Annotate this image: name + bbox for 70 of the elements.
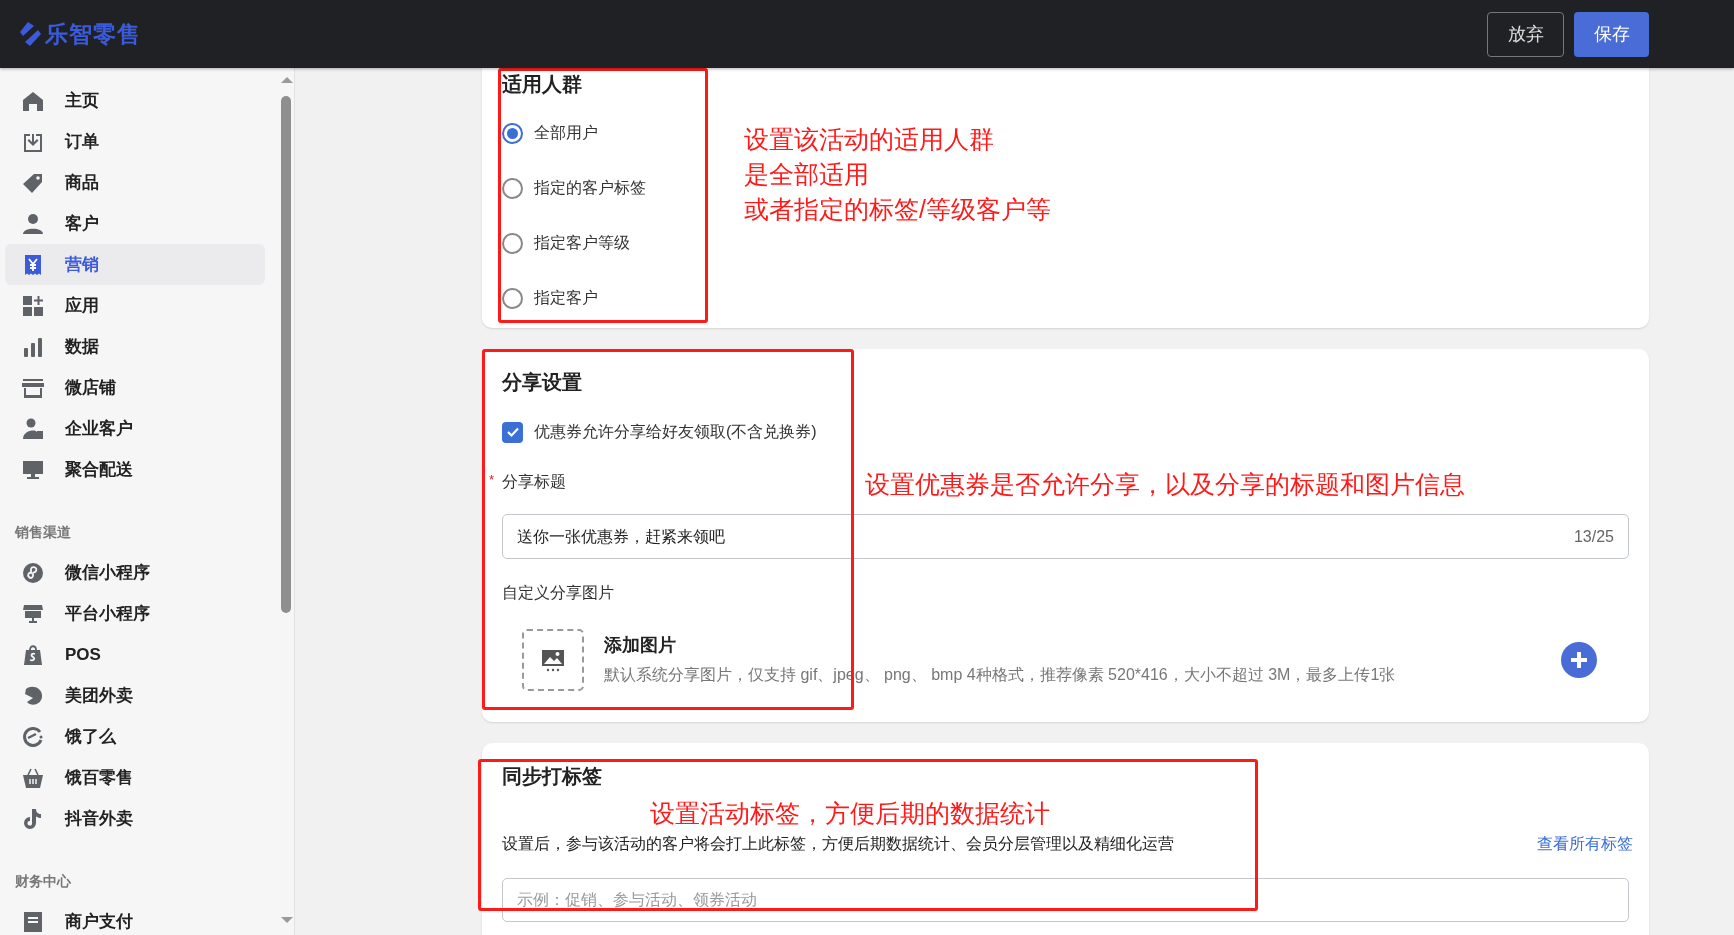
checkbox[interactable] xyxy=(502,421,523,443)
sidebar-item[interactable]: 商品 xyxy=(5,162,265,203)
store-icon xyxy=(22,376,44,399)
field-label: 分享标题 xyxy=(502,472,566,493)
store-monitor-icon xyxy=(22,602,44,625)
sidebar-item[interactable]: 聚合配送 xyxy=(5,449,265,490)
annotation-text: 设置活动标签，方便后期的数据统计 xyxy=(650,797,1050,829)
sidebar-item[interactable]: 饿百零售 xyxy=(5,757,265,798)
music-note-icon xyxy=(22,807,44,830)
description-text: 设置后，参与该活动的客户将会打上此标签，方便后期数据统计、会员分层管理以及精细化运营 xyxy=(502,833,1174,854)
shopping-bag-icon xyxy=(22,643,44,666)
section-title: 适用人群 xyxy=(502,72,583,97)
logo-text: 乐智零售 xyxy=(45,19,141,49)
person-icon xyxy=(22,417,44,440)
sidebar-item[interactable]: 平台小程序 xyxy=(5,593,265,634)
section-title: 同步打标签 xyxy=(502,763,603,789)
apps-icon xyxy=(22,294,44,317)
view-all-tags-link[interactable]: 查看所有标签 xyxy=(1537,831,1633,856)
option-label: 指定客户等级 xyxy=(534,233,630,253)
sidebar-item[interactable]: 微店铺 xyxy=(5,367,265,408)
sidebar-item[interactable]: 企业客户 xyxy=(5,408,265,449)
sidebar-item[interactable]: POS xyxy=(5,634,265,675)
swirl-icon xyxy=(22,684,44,707)
image-upload-box[interactable] xyxy=(522,629,584,692)
sidebar-item[interactable]: 美团外卖 xyxy=(5,675,265,716)
checkbox-label: 优惠券允许分享给好友领取(不含兑换券) xyxy=(534,422,817,443)
radio-button[interactable] xyxy=(502,232,523,254)
bar-chart-icon xyxy=(22,335,44,358)
section-title: 分享设置 xyxy=(502,370,583,396)
yen-receipt-icon xyxy=(22,253,44,276)
section-heading: 销售渠道 xyxy=(13,523,72,541)
home-icon xyxy=(22,89,44,112)
sidebar-item[interactable]: 微信小程序 xyxy=(5,552,265,593)
radio-button[interactable] xyxy=(502,177,523,199)
sidebar-item[interactable]: 营销 xyxy=(5,244,265,285)
basket-icon xyxy=(22,766,44,789)
sidebar-item[interactable]: 抖音外卖 xyxy=(5,798,265,839)
checkmark-icon xyxy=(505,425,520,440)
character-counter: 13/25 xyxy=(1573,526,1614,547)
option-label: 指定客户 xyxy=(534,288,598,308)
option-label: 全部用户 xyxy=(534,123,598,143)
sidebar-item[interactable]: 订单 xyxy=(5,121,265,162)
image-icon xyxy=(541,648,565,673)
sidebar-item[interactable]: 客户 xyxy=(5,203,265,244)
link-circle-icon xyxy=(22,561,44,584)
annotation-text: 设置优惠券是否允许分享，以及分享的标题和图片信息 xyxy=(865,469,1465,501)
sidebar-item[interactable]: 应用 xyxy=(5,285,265,326)
section-heading: 财务中心 xyxy=(14,872,72,890)
radio-button[interactable] xyxy=(502,287,523,309)
option-label: 指定的客户标签 xyxy=(534,178,646,198)
discard-button[interactable]: 放弃 xyxy=(1487,11,1564,57)
tag-icon xyxy=(22,171,44,194)
annotation-text: 设置该活动的适用人群 xyxy=(744,124,995,155)
person-icon xyxy=(22,212,44,235)
sidebar-item[interactable]: 主页 xyxy=(5,80,265,121)
sidebar-item[interactable]: 饿了么 xyxy=(5,716,265,757)
field-label: 自定义分享图片 xyxy=(502,583,615,604)
sidebar-item[interactable]: 数据 xyxy=(5,326,265,367)
annotation-text: 是全部适用 xyxy=(744,159,870,190)
add-icon[interactable] xyxy=(1561,642,1597,679)
save-button[interactable]: 保存 xyxy=(1574,11,1649,57)
letter-e-icon xyxy=(22,725,44,748)
required-asterisk: * xyxy=(489,471,495,490)
radio-button[interactable] xyxy=(502,122,523,144)
monitor-icon xyxy=(22,458,44,481)
sidebar-item[interactable]: 商户支付 xyxy=(5,901,265,935)
logo-icon xyxy=(18,21,42,47)
text-input[interactable]: 送你一张优惠券，赶紧来领吧 13/25 xyxy=(502,514,1629,560)
annotation-text: 或者指定的标签/等级客户等 xyxy=(744,194,1051,225)
upload-title: 添加图片 xyxy=(604,634,677,657)
